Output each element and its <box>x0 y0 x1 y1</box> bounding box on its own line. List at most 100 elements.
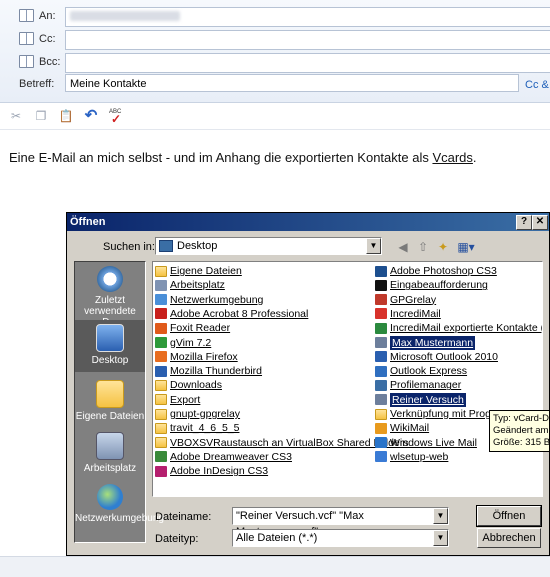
scissors-icon[interactable]: ✂ <box>8 108 24 124</box>
chevron-down-icon[interactable]: ▼ <box>366 238 381 254</box>
file-name: Max Mustermann <box>390 335 476 350</box>
message-body[interactable]: Eine E-Mail an mich selbst - und im Anha… <box>9 150 477 165</box>
folder-icon <box>155 265 167 277</box>
vcard-icon <box>375 394 387 406</box>
file-item[interactable]: Outlook Express <box>375 364 467 378</box>
bcc-row: Bcc: <box>0 53 550 75</box>
file-item[interactable]: Max Mustermann <box>375 335 476 350</box>
file-item[interactable]: Netzwerkumgebung <box>155 293 263 307</box>
file-item[interactable]: Microsoft Outlook 2010 <box>375 350 498 364</box>
bcc-button[interactable]: Bcc: <box>19 55 60 68</box>
place-network[interactable]: Netzwerkumgebung <box>75 484 164 540</box>
place-computer[interactable]: Arbeitsplatz <box>75 432 145 480</box>
file-name: Adobe Acrobat 8 Professional <box>170 307 309 320</box>
cc-button[interactable]: Cc: <box>19 32 56 45</box>
chevron-down-icon[interactable]: ▼ <box>433 530 448 546</box>
help-button[interactable]: ? <box>516 215 532 230</box>
bcc-label: Bcc: <box>39 55 61 68</box>
file-name: Export <box>170 393 201 406</box>
place-label: Eigene Dateien <box>75 411 145 422</box>
file-item[interactable]: IncrediMail <box>375 307 441 321</box>
file-item[interactable]: Profilemanager <box>375 378 461 392</box>
file-item[interactable]: Export <box>155 393 200 407</box>
file-item[interactable]: Downloads <box>155 378 222 392</box>
to-row: An: <box>0 7 550 29</box>
desktop-icon <box>96 324 124 352</box>
status-bar <box>0 556 550 577</box>
new-folder-icon[interactable]: ✦ <box>434 238 452 256</box>
file-item[interactable]: wlsetup-web <box>375 450 448 464</box>
filetype-label: Dateityp: <box>155 533 199 545</box>
file-item[interactable]: Mozilla Thunderbird <box>155 364 262 378</box>
cancel-button[interactable]: Abbrechen <box>477 528 541 548</box>
file-item[interactable]: gnupt-gpgrelay <box>155 407 240 421</box>
paste-icon[interactable]: 📋 <box>58 108 74 124</box>
dialog-titlebar[interactable]: Öffnen <box>67 213 549 231</box>
file-item[interactable]: Adobe Dreamweaver CS3 <box>155 450 292 464</box>
to-field[interactable] <box>65 7 550 27</box>
file-item[interactable]: Eigene Dateien <box>155 264 242 278</box>
file-item[interactable]: gVim 7.2 <box>155 336 211 350</box>
to-button[interactable]: An: <box>19 9 56 22</box>
up-folder-icon[interactable]: ⇧ <box>414 238 432 256</box>
place-recent[interactable]: Zuletzt verwendete D... <box>75 266 145 328</box>
lookin-label: Suchen in: <box>103 241 155 253</box>
thunderbird-icon <box>155 365 167 377</box>
file-name: Reiner Versuch <box>390 392 466 407</box>
file-item[interactable]: Eingabeaufforderung <box>375 278 488 292</box>
folder-icon <box>96 380 124 408</box>
file-list[interactable]: Eigene Dateien Arbeitsplatz Netzwerkumgebu… <box>152 261 543 497</box>
filename-field[interactable]: "Reiner Versuch.vcf" "Max Mustermann.vcf… <box>232 507 449 538</box>
undo-icon[interactable]: ↶ <box>83 108 99 124</box>
file-name: gnupt-gpgrelay <box>170 408 241 420</box>
vim-icon <box>155 337 167 348</box>
file-item[interactable]: Adobe InDesign CS3 <box>155 464 268 478</box>
file-item[interactable]: Reiner Versuch <box>375 392 466 407</box>
file-name: WikiMail <box>390 422 430 435</box>
cc-link[interactable]: Cc & <box>525 79 549 91</box>
file-item[interactable]: Windows Live Mail <box>375 436 477 450</box>
view-menu-icon[interactable]: ▦▾ <box>454 238 478 256</box>
filename-label: Dateiname: <box>155 511 212 523</box>
folder-icon <box>155 408 167 420</box>
file-name: Arbeitsplatz <box>170 279 225 292</box>
file-name: Microsoft Outlook 2010 <box>390 350 498 363</box>
subject-field[interactable]: Meine Kontakte <box>65 74 519 92</box>
file-item[interactable]: Adobe Photoshop CS3 <box>375 264 497 278</box>
place-label: Desktop <box>91 355 129 366</box>
bcc-field[interactable] <box>65 53 550 73</box>
lookin-combo[interactable]: Desktop ▼ <box>155 237 382 255</box>
photoshop-icon <box>375 265 387 277</box>
file-item[interactable]: WikiMail <box>375 421 429 435</box>
file-name: Mozilla Thunderbird <box>170 365 263 378</box>
dreamweaver-icon <box>155 451 167 463</box>
file-name: Adobe Dreamweaver CS3 <box>170 450 292 463</box>
filetype-select[interactable]: Alle Dateien (*.*) ▼ <box>232 529 449 547</box>
file-item[interactable]: travit_4_6_5_5 <box>155 421 239 435</box>
back-icon[interactable]: ◀ <box>394 238 412 256</box>
copy-icon[interactable]: ❐ <box>33 108 49 124</box>
file-item[interactable]: Adobe Acrobat 8 Professional <box>155 307 308 321</box>
file-item[interactable]: GPGrelay <box>375 293 436 307</box>
spellcheck-icon[interactable]: ABC ✓ <box>108 108 124 126</box>
file-item[interactable]: VBOXSVRaustausch an VirtualBox Shared Fo… <box>155 436 409 450</box>
file-name: Adobe Photoshop CS3 <box>390 265 497 277</box>
place-desktop[interactable]: Desktop <box>75 320 145 372</box>
chevron-down-icon[interactable]: ▼ <box>433 508 448 524</box>
file-name: gVim 7.2 <box>170 336 212 349</box>
subject-label: Betreff: <box>19 78 55 90</box>
file-item[interactable]: Mozilla Firefox <box>155 350 238 364</box>
format-toolbar: ✂ ❐ 📋 ↶ ABC ✓ <box>0 103 550 130</box>
place-documents[interactable]: Eigene Dateien <box>75 380 145 428</box>
close-button[interactable]: ✕ <box>532 215 548 230</box>
cc-field[interactable] <box>65 30 550 50</box>
file-item[interactable]: Arbeitsplatz <box>155 278 225 292</box>
globe-icon <box>97 484 123 510</box>
open-dialog: Öffnen ? ✕ Suchen in: Desktop ▼ ◀ ⇧ ✦ ▦▾… <box>66 212 550 556</box>
file-name: Windows Live Mail <box>390 436 477 449</box>
file-item[interactable]: Foxit Reader <box>155 321 230 335</box>
file-name: travit_4_6_5_5 <box>170 422 240 435</box>
file-item[interactable]: IncrediMail exportierte Kontakte (CSV <box>375 321 542 335</box>
open-button[interactable]: Öffnen <box>476 505 542 527</box>
to-label: An: <box>39 9 56 22</box>
